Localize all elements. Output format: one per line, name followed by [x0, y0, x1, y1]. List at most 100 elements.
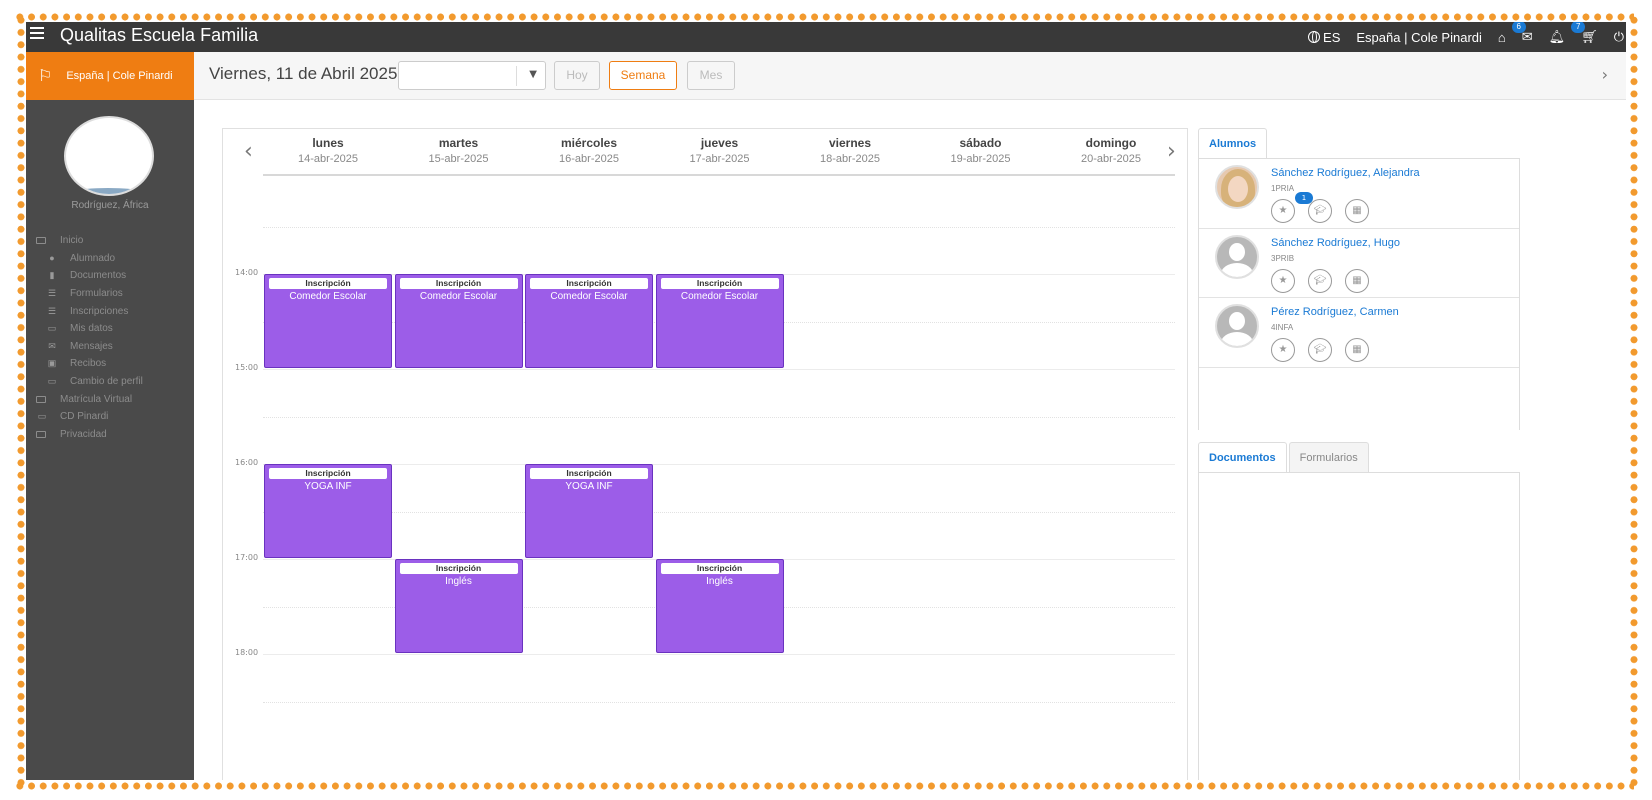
sidebar-item-3[interactable]: ☰ Formularios	[26, 285, 194, 303]
day-header-3[interactable]: jueves 17-abr-2025	[655, 136, 785, 165]
sidebar-item-label: Matrícula Virtual	[60, 393, 133, 405]
graduation-cap-icon[interactable]: 🎓︎ 1	[1295, 192, 1332, 223]
day-name: domingo	[1085, 136, 1137, 150]
student-badge: 1	[1295, 192, 1313, 204]
calendar-event[interactable]: Inscripción Comedor Escolar	[655, 274, 784, 368]
bell-icon[interactable]: 🔔︎	[1549, 29, 1566, 45]
calendar-event[interactable]: Inscripción Comedor Escolar	[525, 274, 653, 368]
sidebar-item-8[interactable]: ▭ Cambio de perfil	[26, 373, 194, 391]
sidebar-item-label: Inscripciones	[70, 305, 129, 317]
event-name: Comedor Escolar	[289, 291, 367, 302]
graduation-cap-icon[interactable]: 🎓︎	[1308, 268, 1332, 293]
language-selector[interactable]: ES	[1308, 30, 1340, 45]
event-tag: Inscripción	[530, 468, 648, 479]
calendar-icon[interactable]: ▦	[1345, 199, 1369, 223]
prev-week-icon[interactable]: ‹	[244, 139, 253, 164]
sidebar-item-0[interactable]: Inicio	[26, 232, 194, 250]
student-avatar[interactable]	[1215, 165, 1259, 209]
event-name: Inglés	[445, 576, 472, 587]
student-avatar[interactable]	[1215, 304, 1259, 348]
hour-label: 14:00	[235, 268, 259, 277]
student-name-link[interactable]: Pérez Rodríguez, Carmen	[1271, 306, 1399, 318]
sidebar-item-label: Alumnado	[70, 252, 116, 264]
star-icon[interactable]: ★	[1271, 268, 1295, 293]
student-actions: ★ 🎓︎ ▦	[1271, 268, 1382, 293]
day-header-2[interactable]: miércoles 16-abr-2025	[524, 136, 654, 165]
student-name-link[interactable]: Sánchez Rodríguez, Alejandra	[1271, 167, 1420, 179]
hour-label: 17:00	[235, 553, 259, 562]
sidebar-item-5[interactable]: ▭ Mis datos	[26, 320, 194, 338]
month-button[interactable]: Mes	[687, 61, 735, 90]
sidebar-item-label: Documentos	[70, 270, 127, 282]
half-hour-line	[263, 226, 1175, 228]
list-icon: ☰	[47, 305, 57, 316]
id-card-icon: ▭	[47, 323, 57, 334]
user-avatar[interactable]	[64, 116, 154, 196]
hour-line	[263, 654, 1175, 655]
home-icon[interactable]: ⌂	[1498, 30, 1506, 45]
folder-icon	[36, 395, 46, 403]
sidebar-item-11[interactable]: Privacidad	[26, 426, 194, 444]
sidebar-item-label: Formularios	[70, 288, 123, 300]
star-icon[interactable]: ★	[1271, 338, 1295, 362]
cart-icon[interactable]: 🛒︎ 7	[1571, 22, 1598, 45]
half-hour-line	[263, 701, 1175, 703]
student-row: Sánchez Rodríguez, Alejandra 1PRIA ★ 🎓︎ 1 ▦	[1199, 159, 1519, 229]
star-icon[interactable]: ★	[1271, 199, 1295, 223]
messages-icon[interactable]: ✉ 6	[1511, 22, 1533, 45]
calendar-event[interactable]: Inscripción Inglés	[394, 559, 523, 653]
calendar-icon[interactable]: ▦	[1345, 268, 1369, 293]
day-header-5[interactable]: sábado 19-abr-2025	[916, 136, 1046, 165]
day-header-4[interactable]: viernes 18-abr-2025	[785, 136, 915, 165]
sidebar-item-9[interactable]: Matrícula Virtual	[26, 390, 194, 408]
day-header-1[interactable]: martes 15-abr-2025	[394, 136, 524, 165]
tab-alumnos[interactable]: Alumnos	[1198, 128, 1268, 158]
calendar-event[interactable]: Inscripción YOGA INF	[525, 464, 653, 558]
student-avatar[interactable]	[1215, 234, 1259, 279]
calendar-event[interactable]: Inscripción Inglés	[655, 559, 784, 653]
sidebar-item-4[interactable]: ☰ Inscripciones	[26, 302, 194, 320]
tab-documentos[interactable]: Documentos	[1198, 442, 1287, 472]
envelope-icon: ✉	[48, 340, 56, 351]
event-tag: Inscripción	[269, 468, 387, 479]
graduation-cap-icon[interactable]: 🎓︎	[1308, 338, 1332, 362]
student-name-link[interactable]: Sánchez Rodríguez, Hugo	[1271, 237, 1400, 249]
sidebar-item-label: Recibos	[70, 358, 107, 370]
today-button[interactable]: Hoy	[554, 61, 600, 90]
student-actions: ★ 🎓︎ 1 ▦	[1271, 192, 1382, 223]
school-context[interactable]: España | Cole Pinardi	[1356, 30, 1482, 45]
day-name: martes	[438, 136, 479, 150]
calendar-icon[interactable]: ▦	[1345, 338, 1369, 362]
day-date: 16-abr-2025	[559, 153, 619, 165]
school-banner[interactable]: ⚐ España | Cole Pinardi	[26, 52, 194, 100]
week-button[interactable]: Semana	[609, 61, 677, 90]
event-tag: Inscripción	[530, 278, 648, 289]
language-label: ES	[1323, 29, 1341, 45]
day-header-6[interactable]: domingo 20-abr-2025	[1046, 136, 1176, 165]
border-dots-bottom	[14, 781, 1634, 791]
day-date: 20-abr-2025	[1081, 153, 1141, 165]
event-tag: Inscripción	[660, 278, 779, 289]
calendar-event[interactable]: Inscripción YOGA INF	[264, 464, 392, 558]
tab-formularios[interactable]: Formularios	[1288, 442, 1369, 472]
event-name: YOGA INF	[565, 481, 613, 492]
sidebar-item-2[interactable]: ▮ Documentos	[26, 267, 194, 285]
day-name: viernes	[828, 136, 872, 150]
sidebar-item-label: CD Pinardi	[60, 411, 109, 423]
sidebar-item-label: Mensajes	[70, 340, 113, 352]
day-date: 19-abr-2025	[950, 153, 1011, 165]
messages-badge: 6	[1511, 22, 1526, 33]
sidebar-item-6[interactable]: ✉ Mensajes	[26, 338, 194, 356]
chevron-right-icon[interactable]: ›	[1602, 65, 1608, 84]
calendar-event[interactable]: Inscripción Comedor Escolar	[264, 274, 392, 368]
sidebar-item-1[interactable]: ● Alumnado	[26, 250, 194, 268]
select-divider	[516, 66, 517, 86]
user-name: Rodríguez, África	[71, 200, 149, 211]
sidebar-item-10[interactable]: ▭ CD Pinardi	[26, 408, 194, 426]
power-icon[interactable]: ⏻	[1614, 29, 1624, 45]
calendar-event[interactable]: Inscripción Comedor Escolar	[394, 274, 523, 368]
hamburger-menu-icon[interactable]	[30, 27, 44, 39]
filter-select[interactable]: ▼	[398, 61, 546, 90]
sidebar-item-7[interactable]: ▣ Recibos	[26, 355, 194, 373]
day-header-0[interactable]: lunes 14-abr-2025	[263, 136, 393, 165]
